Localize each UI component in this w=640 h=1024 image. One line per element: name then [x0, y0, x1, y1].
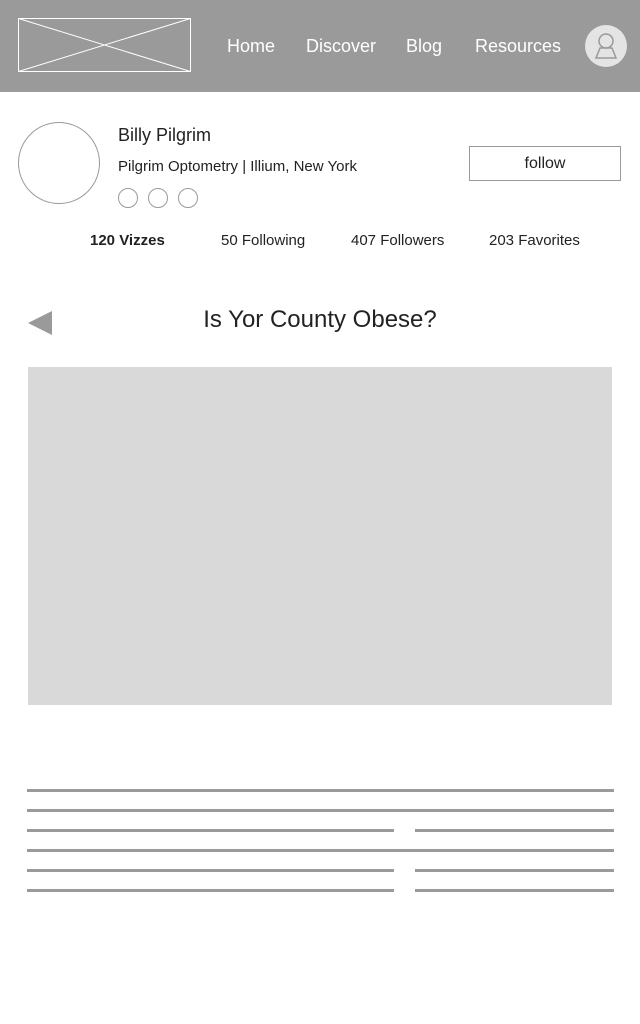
- profile-picture: [18, 122, 100, 204]
- text-placeholder-line: [27, 789, 614, 792]
- text-placeholder-line: [27, 809, 614, 812]
- stat-vizzes[interactable]: 120 Vizzes: [90, 232, 165, 249]
- nav-resources[interactable]: Resources: [475, 36, 561, 57]
- stat-followers[interactable]: 407 Followers: [351, 232, 444, 249]
- user-icon: [594, 33, 618, 59]
- text-placeholder-line: [27, 889, 394, 892]
- stat-following[interactable]: 50 Following: [221, 232, 305, 249]
- text-placeholder-line: [27, 869, 394, 872]
- text-placeholder-line: [415, 889, 614, 892]
- text-placeholder-line: [27, 829, 394, 832]
- text-placeholder-line: [415, 829, 614, 832]
- user-avatar-button[interactable]: [585, 25, 627, 67]
- social-link-2-icon[interactable]: [148, 188, 168, 208]
- social-link-3-icon[interactable]: [178, 188, 198, 208]
- social-link-1-icon[interactable]: [118, 188, 138, 208]
- nav-blog[interactable]: Blog: [406, 36, 442, 57]
- stat-favorites[interactable]: 203 Favorites: [489, 232, 580, 249]
- nav-home[interactable]: Home: [227, 36, 275, 57]
- text-placeholder-line: [415, 869, 614, 872]
- follow-button[interactable]: follow: [469, 146, 621, 181]
- nav-discover[interactable]: Discover: [306, 36, 376, 57]
- profile-name: Billy Pilgrim: [118, 125, 212, 145]
- logo-placeholder[interactable]: [18, 18, 191, 72]
- text-placeholder-line: [27, 849, 614, 852]
- top-header: Home Discover Blog Resources: [0, 0, 640, 92]
- viz-title: Is Yor County Obese?: [203, 306, 437, 333]
- visualization-placeholder: [28, 367, 612, 705]
- profile-subtitle: Pilgrim Optometry | Illium, New York: [118, 158, 357, 175]
